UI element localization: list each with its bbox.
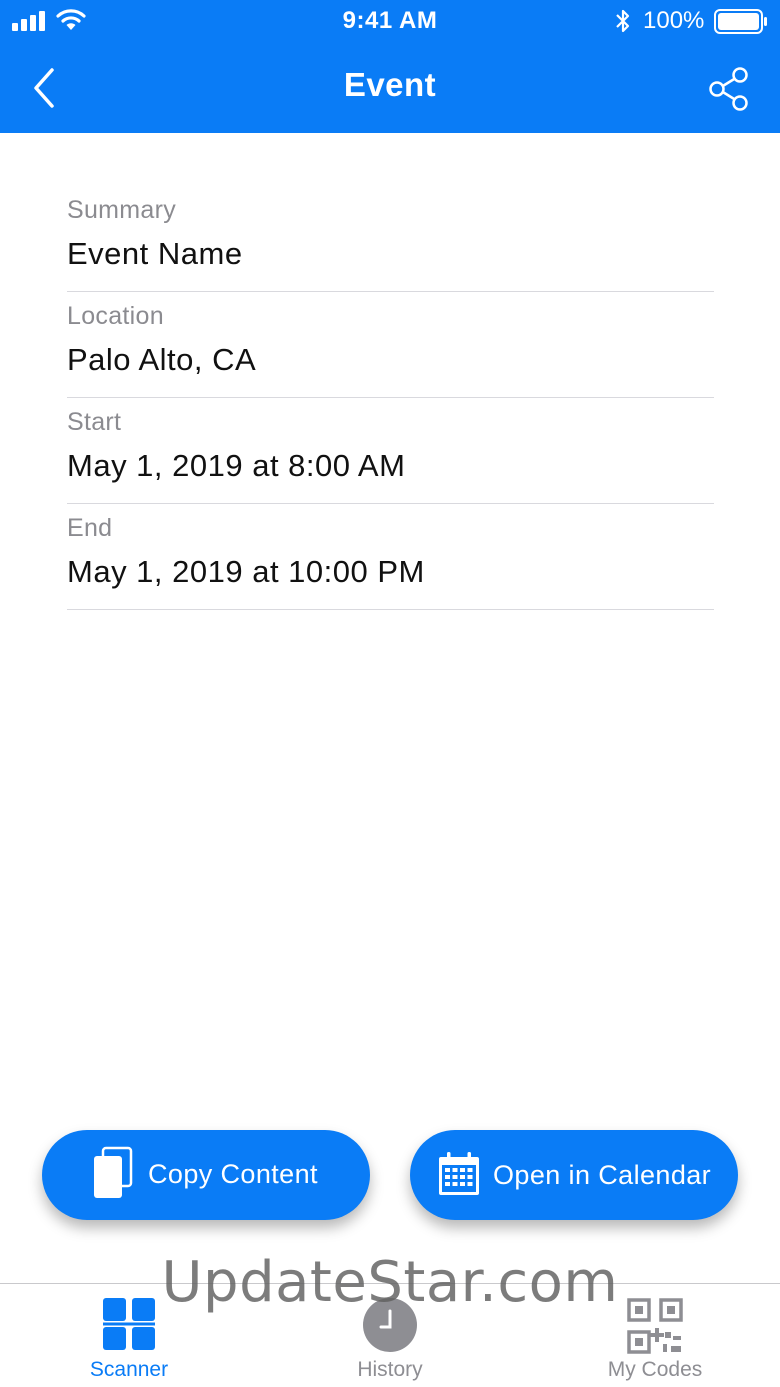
- location-label: Location: [67, 302, 164, 330]
- watermark-text: UpdateStar.com: [161, 1250, 619, 1315]
- battery-percent: 100%: [643, 7, 705, 34]
- end-value: May 1, 2019 at 10:00 PM: [67, 554, 425, 589]
- page-title: Event: [343, 66, 437, 103]
- location-value: Palo Alto, CA: [67, 342, 257, 377]
- start-value: May 1, 2019 at 8:00 AM: [67, 448, 406, 483]
- tab-scanner-label: Scanner: [89, 1358, 169, 1381]
- end-label: End: [67, 514, 113, 542]
- share-button[interactable]: [706, 66, 752, 112]
- top-bar: 9:41 AM 100% Event: [0, 0, 780, 133]
- share-icon: [709, 67, 748, 111]
- summary-value: Event Name: [67, 236, 243, 271]
- end-field: End May 1, 2019 at 10:00 PM: [67, 504, 714, 610]
- tab-my-codes-label: My Codes: [607, 1358, 703, 1381]
- start-field: Start May 1, 2019 at 8:00 AM: [67, 398, 714, 504]
- event-details-list: Summary Event Name Location Palo Alto, C…: [67, 186, 714, 610]
- event-detail-screen: 9:41 AM 100% Event Summary Event Name Lo…: [0, 0, 780, 1387]
- tab-history-label: History: [357, 1358, 423, 1381]
- start-label: Start: [67, 408, 122, 436]
- bluetooth-icon: [616, 9, 630, 33]
- battery-icon: [714, 9, 767, 34]
- summary-field: Summary Event Name: [67, 186, 714, 292]
- navigation-bar: Event: [0, 44, 780, 133]
- copy-content-label: Copy Content: [148, 1159, 318, 1189]
- calendar-icon: [439, 1152, 479, 1195]
- open-in-calendar-label: Open in Calendar: [493, 1160, 712, 1190]
- status-bar: 9:41 AM 100%: [0, 0, 780, 44]
- summary-label: Summary: [67, 196, 177, 224]
- copy-icon: [94, 1146, 133, 1198]
- open-in-calendar-button[interactable]: Open in Calendar: [410, 1130, 738, 1220]
- copy-content-button[interactable]: Copy Content: [42, 1130, 370, 1220]
- location-field: Location Palo Alto, CA: [67, 292, 714, 398]
